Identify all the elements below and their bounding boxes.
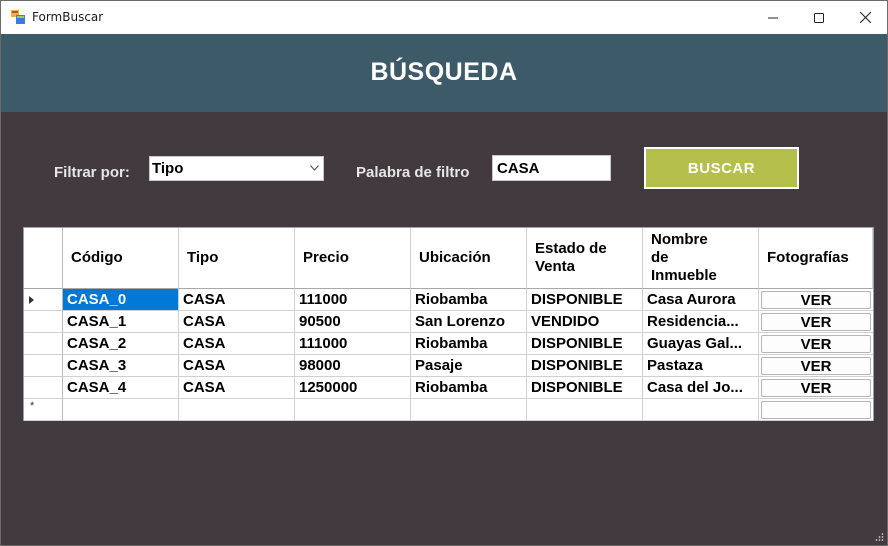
new-row-cell[interactable] [295, 399, 411, 421]
column-header-precio[interactable]: Precio [295, 228, 411, 289]
cell-estado[interactable]: DISPONIBLE [527, 377, 643, 399]
new-row-cell[interactable] [63, 399, 179, 421]
chevron-down-icon [310, 165, 319, 171]
row-header[interactable] [24, 333, 63, 355]
grid-corner-header[interactable] [24, 228, 63, 289]
filter-combobox[interactable]: Tipo [149, 156, 324, 181]
cell-fotografias: VER [759, 289, 873, 311]
cell-codigo[interactable]: CASA_2 [63, 333, 179, 355]
page-title: BÚSQUEDA [370, 58, 518, 86]
cell-ubicacion[interactable]: Riobamba [411, 333, 527, 355]
cell-precio[interactable]: 98000 [295, 355, 411, 377]
cell-tipo[interactable]: CASA [179, 289, 295, 311]
filter-word-input[interactable]: CASA [492, 155, 611, 181]
new-row-cell-fotografias [759, 399, 873, 421]
cell-nombre[interactable]: Residencia... [643, 311, 759, 333]
cell-precio[interactable]: 1250000 [295, 377, 411, 399]
cell-tipo[interactable]: CASA [179, 311, 295, 333]
cell-precio[interactable]: 111000 [295, 289, 411, 311]
cell-estado[interactable]: DISPONIBLE [527, 333, 643, 355]
view-photos-button[interactable]: VER [761, 313, 871, 331]
row-header[interactable] [24, 311, 63, 333]
current-row-arrow-icon [29, 296, 34, 304]
cell-nombre[interactable]: Pastaza [643, 355, 759, 377]
cell-codigo[interactable]: CASA_3 [63, 355, 179, 377]
new-row-cell[interactable] [527, 399, 643, 421]
cell-ubicacion[interactable]: Pasaje [411, 355, 527, 377]
search-button[interactable]: BUSCAR [644, 147, 799, 189]
cell-tipo[interactable]: CASA [179, 333, 295, 355]
cell-nombre[interactable]: Casa del Jo... [643, 377, 759, 399]
row-header[interactable] [24, 355, 63, 377]
filter-word-label: Palabra de filtro [356, 164, 470, 181]
cell-ubicacion[interactable]: Riobamba [411, 377, 527, 399]
minimize-button[interactable] [750, 1, 796, 34]
column-header-fotografias[interactable]: Fotografías [759, 228, 873, 289]
cell-estado[interactable]: DISPONIBLE [527, 355, 643, 377]
column-header-codigo[interactable]: Código [63, 228, 179, 289]
cell-precio[interactable]: 90500 [295, 311, 411, 333]
column-header-ubicacion[interactable]: Ubicación [411, 228, 527, 289]
new-row-cell[interactable] [411, 399, 527, 421]
minimize-icon [768, 17, 778, 18]
new-row-header[interactable]: * [24, 399, 63, 421]
cell-fotografias: VER [759, 333, 873, 355]
maximize-icon [814, 12, 824, 23]
maximize-button[interactable] [796, 1, 842, 34]
column-header-estado[interactable]: Estado de Venta [527, 228, 643, 289]
new-row-photo-button[interactable] [761, 401, 871, 419]
view-photos-button[interactable]: VER [761, 335, 871, 353]
new-row-star-icon: * [30, 400, 35, 412]
form-window: FormBuscar BÚSQUEDA Filtrar por: Tipo Pa… [0, 0, 888, 546]
cell-codigo[interactable]: CASA_1 [63, 311, 179, 333]
column-header-nombre[interactable]: Nombre de Inmueble [643, 228, 759, 289]
cell-fotografias: VER [759, 355, 873, 377]
cell-tipo[interactable]: CASA [179, 355, 295, 377]
view-photos-button[interactable]: VER [761, 357, 871, 375]
row-header[interactable] [24, 289, 63, 311]
title-bar[interactable]: FormBuscar [1, 1, 887, 34]
column-header-tipo[interactable]: Tipo [179, 228, 295, 289]
column-header-estado-line2: Venta [535, 258, 576, 275]
cell-codigo[interactable]: CASA_0 [63, 289, 179, 311]
cell-estado[interactable]: DISPONIBLE [527, 289, 643, 311]
column-header-nombre-line3: Inmueble [651, 267, 717, 284]
close-button[interactable] [842, 1, 887, 34]
cell-precio[interactable]: 111000 [295, 333, 411, 355]
cell-fotografias: VER [759, 377, 873, 399]
column-header-nombre-line1: Nombre [651, 231, 708, 248]
filter-combobox-value: Tipo [152, 160, 184, 177]
new-row-cell[interactable] [643, 399, 759, 421]
window-title: FormBuscar [32, 10, 104, 24]
cell-nombre[interactable]: Guayas Gal... [643, 333, 759, 355]
cell-estado[interactable]: VENDIDO [527, 311, 643, 333]
close-icon [859, 12, 871, 23]
cell-ubicacion[interactable]: San Lorenzo [411, 311, 527, 333]
app-icon [11, 10, 25, 24]
column-header-nombre-line2: de [651, 249, 669, 266]
view-photos-button[interactable]: VER [761, 291, 871, 309]
view-photos-button[interactable]: VER [761, 379, 871, 397]
cell-codigo[interactable]: CASA_4 [63, 377, 179, 399]
cell-nombre[interactable]: Casa Aurora [643, 289, 759, 311]
header-banner: BÚSQUEDA [1, 34, 887, 112]
column-header-estado-line1: Estado de [535, 240, 607, 257]
filter-word-input-value: CASA [497, 160, 540, 177]
cell-ubicacion[interactable]: Riobamba [411, 289, 527, 311]
cell-fotografias: VER [759, 311, 873, 333]
results-grid[interactable]: Código Tipo Precio Ubicación Estado de V… [23, 227, 874, 421]
cell-tipo[interactable]: CASA [179, 377, 295, 399]
resize-grip-icon[interactable] [874, 532, 884, 542]
filter-by-label: Filtrar por: [54, 164, 130, 181]
row-header[interactable] [24, 377, 63, 399]
new-row-cell[interactable] [179, 399, 295, 421]
